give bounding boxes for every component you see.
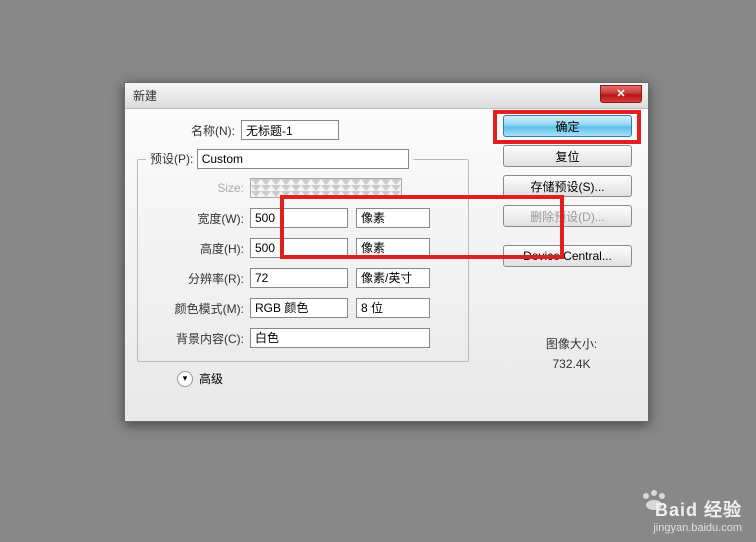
preset-select[interactable]: Custom [197, 149, 409, 169]
width-input[interactable] [250, 208, 348, 228]
size-select [250, 178, 402, 198]
size-label: Size: [146, 181, 250, 195]
width-unit-select[interactable]: 像素 [356, 208, 430, 228]
watermark: Baid 经验 jingyan.baidu.com [653, 496, 742, 534]
image-size-label: 图像大小: [507, 334, 636, 354]
close-icon: ✕ [616, 87, 625, 100]
resolution-label: 分辨率(R): [146, 270, 250, 287]
name-label: 名称(N): [137, 122, 241, 139]
height-unit-select[interactable]: 像素 [356, 238, 430, 258]
side-buttons: 确定 复位 存储预设(S)... 删除预设(D)... Device Centr… [503, 115, 636, 275]
height-input[interactable] [250, 238, 348, 258]
resolution-unit-select[interactable]: 像素/英寸 [356, 268, 430, 288]
name-input[interactable] [241, 120, 339, 140]
reset-button[interactable]: 复位 [503, 145, 632, 167]
background-select[interactable]: 白色 [250, 328, 430, 348]
background-label: 背景内容(C): [146, 330, 250, 347]
preset-label: 预设(P): [150, 152, 193, 166]
width-label: 宽度(W): [146, 210, 250, 227]
device-central-button[interactable]: Device Central... [503, 245, 632, 267]
titlebar[interactable]: 新建 ✕ [125, 83, 648, 109]
height-label: 高度(H): [146, 240, 250, 257]
delete-preset-button: 删除预设(D)... [503, 205, 632, 227]
watermark-sub: jingyan.baidu.com [653, 522, 742, 534]
resolution-input[interactable] [250, 268, 348, 288]
save-preset-button[interactable]: 存储预设(S)... [503, 175, 632, 197]
advanced-label: 高级 [199, 370, 223, 387]
image-size-value: 732.4K [507, 354, 636, 374]
watermark-brand: Baid 经验 [653, 496, 742, 522]
ok-button[interactable]: 确定 [503, 115, 632, 137]
colormode-label: 颜色模式(M): [146, 300, 250, 317]
dialog-body: 名称(N): 预设(P): Custom Size: 宽度(W): 像素 [125, 109, 648, 421]
dialog-title: 新建 [133, 87, 600, 104]
preset-fieldset: 预设(P): Custom Size: 宽度(W): 像素 高度(H): [137, 149, 469, 362]
new-document-dialog: 新建 ✕ 名称(N): 预设(P): Custom Size: 宽度(W): [124, 82, 649, 422]
chevron-down-icon: ▾ [177, 371, 193, 387]
close-button[interactable]: ✕ [600, 85, 642, 103]
colormode-select[interactable]: RGB 颜色 [250, 298, 348, 318]
colordepth-select[interactable]: 8 位 [356, 298, 430, 318]
image-size-block: 图像大小: 732.4K [507, 334, 636, 375]
